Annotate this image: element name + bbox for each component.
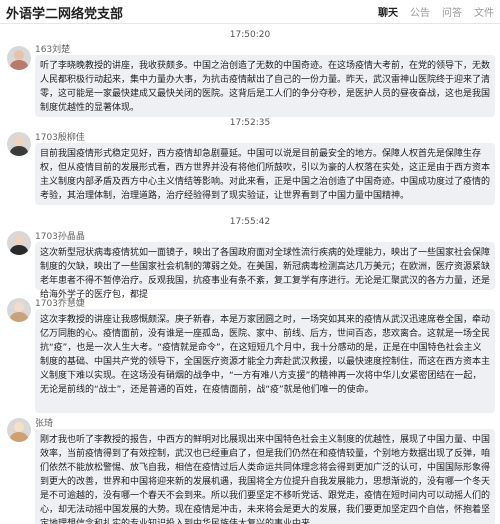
- message-timestamp: 17:55:42: [229, 217, 271, 227]
- tab-announcement[interactable]: 公告: [410, 4, 430, 19]
- group-title: 外语学二网络党支部: [6, 7, 124, 22]
- avatar[interactable]: [7, 231, 31, 255]
- sender-name: 1703殷柳佳: [35, 133, 85, 143]
- message-bubble: 目前我国疫情形式稳定见好，西方疫情却急剧蔓延。中国可以说是目前最安全的地方。保障…: [35, 143, 495, 205]
- message-bubble: 这次李教授的讲座让我感慨颇深。庚子新春，本是万家团圆之时，一场突如其来的疫情从武…: [35, 309, 495, 413]
- avatar[interactable]: [7, 298, 31, 322]
- tab-bar: 聊天 公告 问答 文件: [366, 4, 494, 19]
- chat-message-list[interactable]: 17:50:20 163刘楚 听了李晓晚教授的讲座，我收获颇多。中国之治创造了无…: [0, 24, 500, 524]
- sender-name: 1703乔慧婕: [35, 299, 85, 309]
- tab-qa[interactable]: 问答: [442, 4, 462, 19]
- message-timestamp: 17:52:35: [229, 118, 271, 128]
- avatar[interactable]: [7, 46, 31, 70]
- avatar[interactable]: [7, 418, 31, 442]
- message-bubble: 听了李晓晚教授的讲座，我收获颇多。中国之治创造了无数的中国奇迹。在这场疫情大考前…: [35, 55, 495, 117]
- sender-name: 163刘楚: [35, 45, 71, 55]
- message-bubble: 这次新型冠状病毒疫情犹如一面镜子，映出了各国政府面对全球性流行疾病的处理能力，映…: [35, 242, 495, 300]
- sender-name: 张琦: [35, 419, 54, 429]
- avatar[interactable]: [7, 132, 31, 156]
- message-timestamp: 17:50:20: [229, 30, 271, 40]
- chat-header: 外语学二网络党支部 聊天 公告 问答 文件: [0, 0, 500, 24]
- tab-chat[interactable]: 聊天: [378, 4, 398, 19]
- sender-name: 1703孙晶晶: [35, 232, 85, 242]
- message-bubble: 刚才我也听了李教授的报告，中西方的鲜明对比展现出来中国特色社会主义制度的优越性，…: [35, 429, 495, 524]
- tab-files[interactable]: 文件: [474, 4, 494, 19]
